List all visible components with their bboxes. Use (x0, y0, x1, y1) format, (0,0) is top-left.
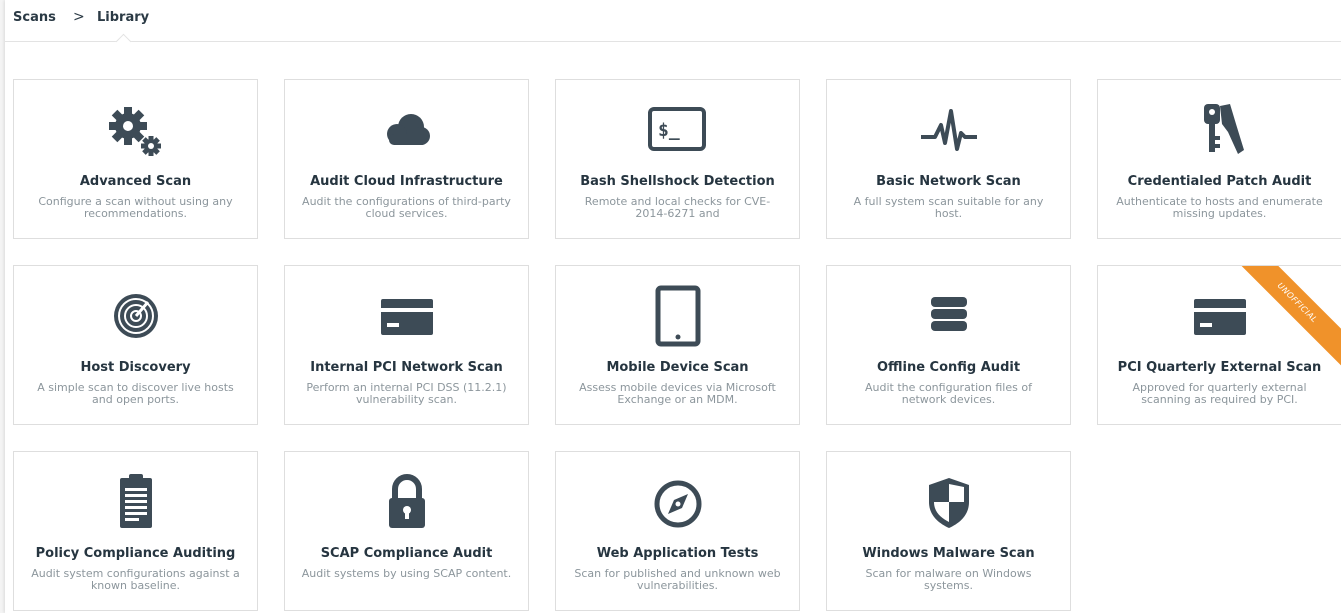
template-description: Audit the configurations of third-party … (302, 195, 511, 220)
template-description: Audit systems by using SCAP content. (301, 567, 512, 580)
template-title: Policy Compliance Auditing (35, 546, 236, 561)
pulse-icon (827, 100, 1070, 160)
template-card-web-application-tests[interactable]: Web Application Tests Scan for published… (555, 451, 800, 611)
template-card-policy-compliance-auditing[interactable]: Policy Compliance Auditing Audit system … (13, 451, 258, 611)
template-card-internal-pci-network-scan[interactable]: Internal PCI Network Scan Perform an int… (284, 265, 529, 425)
template-description: Authenticate to hosts and enumerate miss… (1116, 195, 1323, 220)
template-card-credentialed-patch-audit[interactable]: Credentialed Patch Audit Authenticate to… (1097, 79, 1341, 239)
breadcrumb-caret (115, 33, 132, 50)
server-stack-icon (827, 286, 1070, 346)
template-description: Assess mobile devices via Microsoft Exch… (579, 381, 776, 406)
template-title: Bash Shellshock Detection (580, 174, 775, 189)
template-card-windows-malware-scan[interactable]: Windows Malware Scan Scan for malware on… (826, 451, 1071, 611)
library-panel: Scans > Library Advanced Scan Configure … (5, 0, 1341, 613)
template-description: Configure a scan without using any recom… (38, 195, 233, 220)
svg-text:$_: $_ (658, 120, 680, 141)
terminal-icon: $_ (556, 100, 799, 160)
template-card-advanced-scan[interactable]: Advanced Scan Configure a scan without u… (13, 79, 258, 239)
breadcrumb-library: Library (97, 10, 150, 25)
template-card-audit-cloud-infrastructure[interactable]: Audit Cloud Infrastructure Audit the con… (284, 79, 529, 239)
breadcrumb: Scans > Library (5, 0, 1341, 50)
template-description: Approved for quarterly external scanning… (1132, 381, 1307, 406)
template-card-basic-network-scan[interactable]: Basic Network Scan A full system scan su… (826, 79, 1071, 239)
template-title: SCAP Compliance Audit (320, 546, 493, 561)
template-description: Remote and local checks for CVE-2014-627… (584, 195, 771, 220)
gears-icon (14, 100, 257, 160)
template-card-host-discovery[interactable]: Host Discovery A simple scan to discover… (13, 265, 258, 425)
radar-icon (14, 286, 257, 346)
template-description: A full system scan suitable for any host… (853, 195, 1044, 220)
template-card-pci-quarterly-external-scan[interactable]: PCI Quarterly External Scan Approved for… (1097, 265, 1341, 425)
credit-card-icon (285, 286, 528, 346)
unofficial-badge: UNOFFICIAL (1241, 266, 1341, 366)
template-description: Audit system configurations against a kn… (31, 567, 240, 592)
template-title: Offline Config Audit (876, 360, 1021, 375)
template-title: Windows Malware Scan (862, 546, 1035, 561)
unofficial-ribbon: UNOFFICIAL (1241, 266, 1341, 366)
template-title: Advanced Scan (79, 174, 192, 189)
template-title: Internal PCI Network Scan (310, 360, 503, 375)
shield-icon (827, 472, 1070, 532)
cloud-icon (285, 100, 528, 160)
template-description: Scan for published and unknown web vulne… (574, 567, 781, 592)
template-description: Audit the configuration files of network… (865, 381, 1032, 406)
template-card-offline-config-audit[interactable]: Offline Config Audit Audit the configura… (826, 265, 1071, 425)
template-card-scap-compliance-audit[interactable]: SCAP Compliance Audit Audit systems by u… (284, 451, 529, 611)
keys-icon (1098, 100, 1341, 160)
breadcrumb-separator-icon: > (73, 9, 85, 25)
template-title: Host Discovery (80, 360, 191, 375)
template-card-bash-shellshock-detection[interactable]: $_ Bash Shellshock Detection Remote and … (555, 79, 800, 239)
template-description: Scan for malware on Windows systems. (865, 567, 1032, 592)
padlock-icon (285, 472, 528, 532)
template-description: A simple scan to discover live hosts and… (37, 381, 234, 406)
template-description: Perform an internal PCI DSS (11.2.1) vul… (306, 381, 507, 406)
template-title: Mobile Device Scan (606, 360, 749, 375)
tablet-icon (556, 285, 799, 347)
clipboard-icon (14, 472, 257, 532)
template-card-mobile-device-scan[interactable]: Mobile Device Scan Assess mobile devices… (555, 265, 800, 425)
template-title: Audit Cloud Infrastructure (310, 174, 503, 189)
template-title: Credentialed Patch Audit (1127, 174, 1312, 189)
breadcrumb-scans-link[interactable]: Scans (13, 10, 56, 25)
template-title: Basic Network Scan (876, 174, 1021, 189)
compass-icon (556, 472, 799, 532)
template-title: Web Application Tests (596, 546, 759, 561)
